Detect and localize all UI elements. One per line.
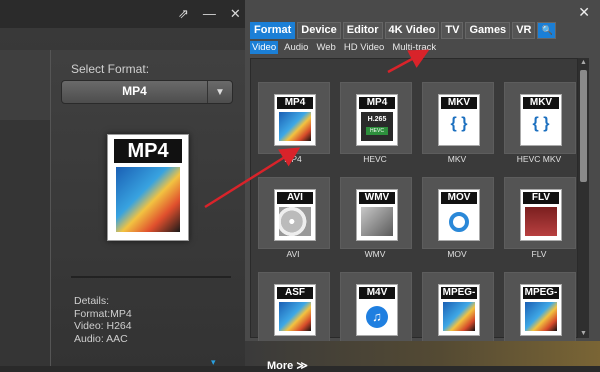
arrow-to-multitrack bbox=[387, 49, 430, 74]
arrow-to-mp4 bbox=[204, 147, 301, 209]
annotation-arrows bbox=[204, 49, 430, 209]
